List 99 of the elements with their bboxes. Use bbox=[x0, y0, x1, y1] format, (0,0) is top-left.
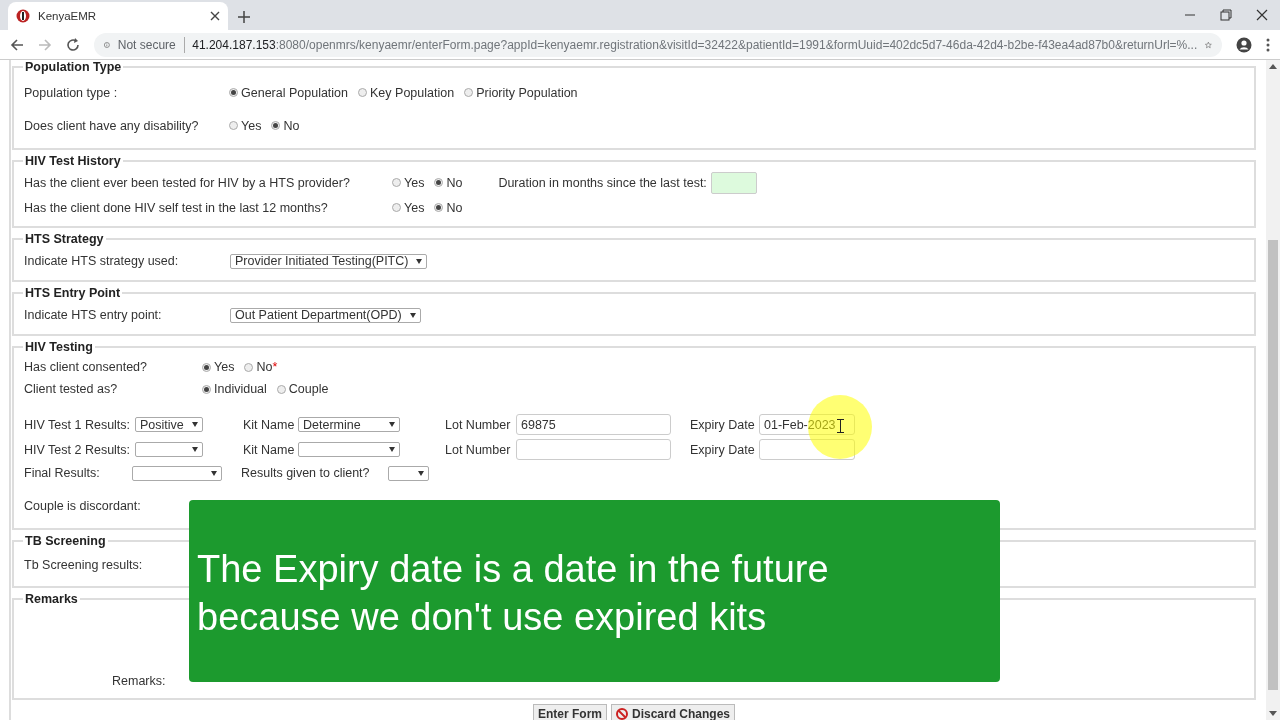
close-icon[interactable] bbox=[1256, 9, 1268, 21]
field-label: Indicate HTS entry point: bbox=[24, 308, 163, 322]
security-label: Not secure bbox=[117, 37, 176, 52]
profile-icon[interactable] bbox=[1236, 36, 1252, 53]
radio-button[interactable] bbox=[392, 178, 401, 187]
radio-label: Yes bbox=[214, 360, 235, 374]
radio-button[interactable] bbox=[434, 203, 444, 212]
restore-icon[interactable] bbox=[1220, 9, 1232, 21]
radio-button[interactable] bbox=[202, 362, 211, 372]
menu-icon[interactable] bbox=[1266, 37, 1270, 52]
radio-button[interactable] bbox=[464, 88, 474, 97]
address-bar[interactable]: Not secure 41.204.187.153:8080/openmrs/kenyaemr/enterForm.page?appId=kenyaemr.registration&visitId=32422&patientId=1991&formUuid=402dc5d7-46da-42d4-b2be-f43ea4ad87b0&returnUrl=%... bbox=[94, 32, 1222, 57]
dropdown[interactable]: Provider Initiated Testing(PITC) bbox=[230, 253, 428, 269]
radio-button[interactable] bbox=[392, 203, 401, 212]
site-logo-icon bbox=[16, 9, 30, 23]
radio-label: No bbox=[446, 175, 463, 190]
radio-label: No bbox=[446, 200, 463, 215]
field-label: HIV Test 1 Results: bbox=[24, 417, 132, 432]
scrollbar[interactable] bbox=[1266, 60, 1280, 720]
close-icon[interactable] bbox=[210, 11, 220, 21]
field-label: Expiry Date bbox=[690, 442, 756, 457]
section-title: HIV Testing bbox=[24, 340, 94, 354]
dropdown[interactable] bbox=[135, 442, 203, 457]
caret-icon bbox=[416, 258, 423, 264]
scroll-up-icon[interactable] bbox=[1269, 64, 1277, 69]
field-label: Indicate HTS strategy used: bbox=[24, 254, 180, 268]
field-label: Kit Name bbox=[243, 417, 296, 432]
radio-label: Yes bbox=[404, 200, 425, 215]
radio-button[interactable] bbox=[229, 88, 238, 97]
field-label: Client tested as? bbox=[24, 382, 119, 396]
radio-button[interactable] bbox=[244, 362, 254, 372]
radio-label: General Population bbox=[241, 85, 349, 100]
field-label: Duration in months since the last test: bbox=[498, 175, 707, 190]
reload-icon[interactable] bbox=[66, 37, 80, 52]
dropdown[interactable]: Positive bbox=[135, 417, 203, 432]
field-label: Results given to client? bbox=[241, 466, 371, 480]
radio-button[interactable] bbox=[358, 88, 368, 97]
section-title: HTS Entry Point bbox=[24, 286, 122, 300]
scroll-down-icon[interactable] bbox=[1269, 711, 1277, 716]
field-label: Couple is discordant: bbox=[24, 499, 141, 513]
field-label: HIV Test 2 Results: bbox=[24, 442, 132, 457]
field-label: Population type : bbox=[24, 85, 119, 100]
caret-icon bbox=[192, 447, 198, 452]
radio-button[interactable] bbox=[434, 178, 444, 187]
caret-icon bbox=[418, 470, 424, 476]
radio-label: Individual bbox=[214, 382, 267, 396]
field-label: Has the client ever been tested for HIV by a HTS provider? bbox=[24, 175, 351, 190]
back-icon[interactable] bbox=[10, 37, 24, 52]
section-title: Remarks bbox=[24, 592, 79, 606]
radio-label: No bbox=[283, 118, 300, 133]
radio-label: Key Population bbox=[370, 85, 455, 100]
radio-label: Priority Population bbox=[476, 85, 578, 100]
section-title: TB Screening bbox=[24, 534, 107, 548]
dropdown[interactable]: Out Patient Department(OPD) bbox=[230, 307, 421, 323]
tab-title: KenyaEMR bbox=[38, 10, 98, 22]
form-button[interactable]: Discard Changes bbox=[611, 704, 736, 720]
dropdown[interactable] bbox=[388, 465, 429, 481]
section-title: HIV Test History bbox=[24, 154, 122, 168]
field-label: Remarks: bbox=[112, 674, 166, 688]
forward-icon[interactable] bbox=[38, 37, 52, 52]
input-field[interactable] bbox=[516, 439, 671, 460]
dropdown[interactable]: Determine bbox=[298, 417, 400, 432]
caret-icon bbox=[389, 422, 395, 427]
browser-tab[interactable]: KenyaEMR bbox=[8, 2, 228, 30]
form-button[interactable]: Enter Form bbox=[532, 704, 607, 720]
caption-text: The Expiry date is a date in the future because we don't use expired kits bbox=[189, 500, 1000, 682]
field-label: Expiry Date bbox=[690, 417, 756, 432]
dropdown[interactable] bbox=[298, 442, 400, 457]
field-label: Final Results: bbox=[24, 466, 101, 480]
radio-button[interactable] bbox=[229, 121, 238, 130]
radio-button[interactable] bbox=[276, 384, 286, 394]
caret-icon bbox=[192, 422, 198, 427]
radio-label: Yes bbox=[404, 175, 425, 190]
field-label: Lot Number bbox=[445, 417, 512, 432]
field-label: Has client consented? bbox=[24, 360, 148, 374]
field-label: Does client have any disability? bbox=[24, 118, 200, 133]
radio-button[interactable] bbox=[271, 121, 281, 130]
field-label: Kit Name bbox=[243, 442, 296, 457]
field-label: Has the client done HIV self test in the last 12 months? bbox=[24, 200, 329, 215]
radio-label: Yes bbox=[241, 118, 262, 133]
dropdown[interactable] bbox=[132, 465, 222, 481]
section-title: HTS Strategy bbox=[24, 232, 105, 246]
scroll-thumb[interactable] bbox=[1268, 240, 1278, 690]
new-tab-icon[interactable] bbox=[238, 11, 250, 23]
text-cursor-icon bbox=[837, 419, 844, 433]
input-field[interactable] bbox=[710, 171, 757, 194]
cancel-icon bbox=[616, 708, 628, 720]
radio-label: Couple bbox=[288, 382, 329, 396]
input-field[interactable] bbox=[759, 439, 855, 460]
caret-icon bbox=[389, 447, 395, 452]
section-title: Population Type bbox=[24, 60, 123, 74]
radio-button[interactable] bbox=[202, 384, 211, 394]
field-label: Lot Number bbox=[445, 442, 512, 457]
caret-icon bbox=[409, 312, 416, 318]
radio-label: No* bbox=[256, 360, 278, 374]
input-field[interactable]: 69875 bbox=[516, 414, 671, 435]
url-text: 41.204.187.153:8080/openmrs/kenyaemr/enterForm.page?appId=kenyaemr.registration&visitId=32422&patientId=1991&formUuid=402dc5d7-46da-42d4-b2be-f43ea4ad87b0&returnUrl=%... bbox=[192, 37, 1198, 52]
field-label: Tb Screening results: bbox=[24, 558, 143, 572]
caret-icon bbox=[211, 470, 217, 476]
